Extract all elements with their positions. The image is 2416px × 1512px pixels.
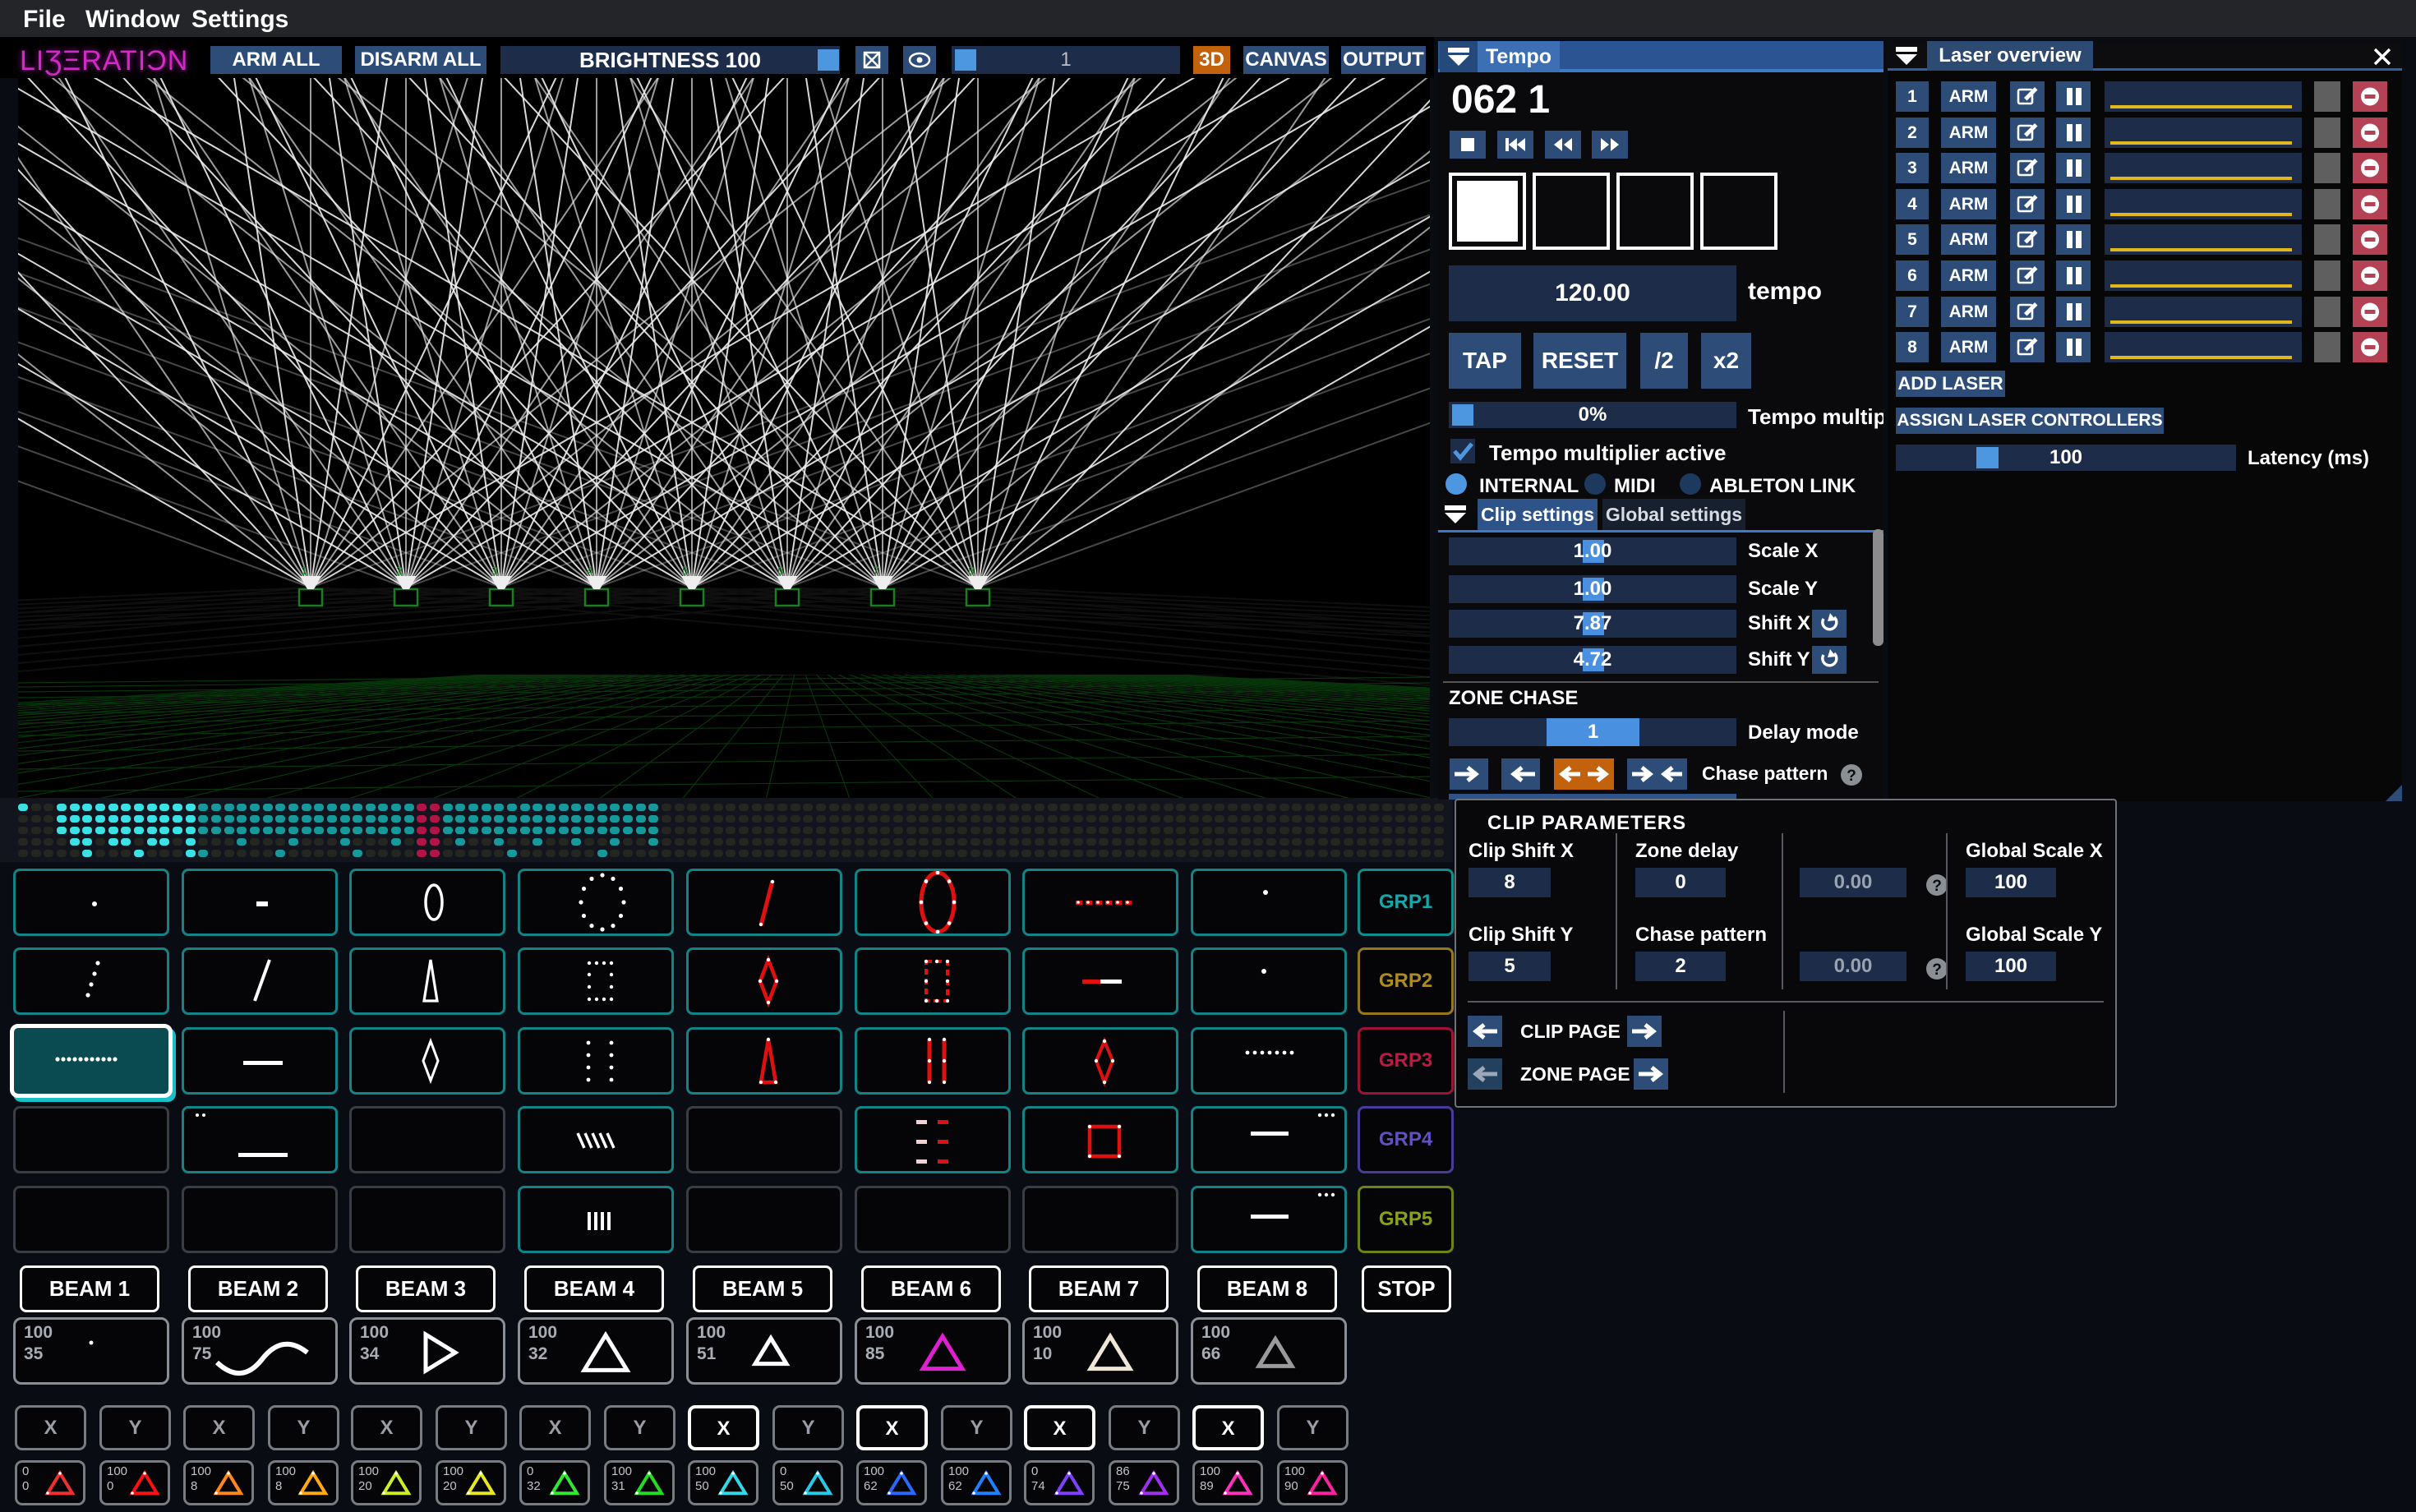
svg-text:?: ? (1932, 878, 1942, 895)
svg-text:4: 4 (587, 564, 593, 577)
svg-text:6: 6 (777, 564, 784, 577)
svg-text:?: ? (1932, 961, 1942, 979)
svg-text:2: 2 (396, 564, 403, 577)
svg-text:?: ? (1847, 768, 1856, 785)
svg-text:3: 3 (491, 564, 498, 577)
svg-text:5: 5 (682, 564, 689, 577)
svg-text:7: 7 (873, 564, 879, 577)
svg-text:1: 1 (301, 564, 307, 577)
svg-text:8: 8 (968, 564, 975, 577)
